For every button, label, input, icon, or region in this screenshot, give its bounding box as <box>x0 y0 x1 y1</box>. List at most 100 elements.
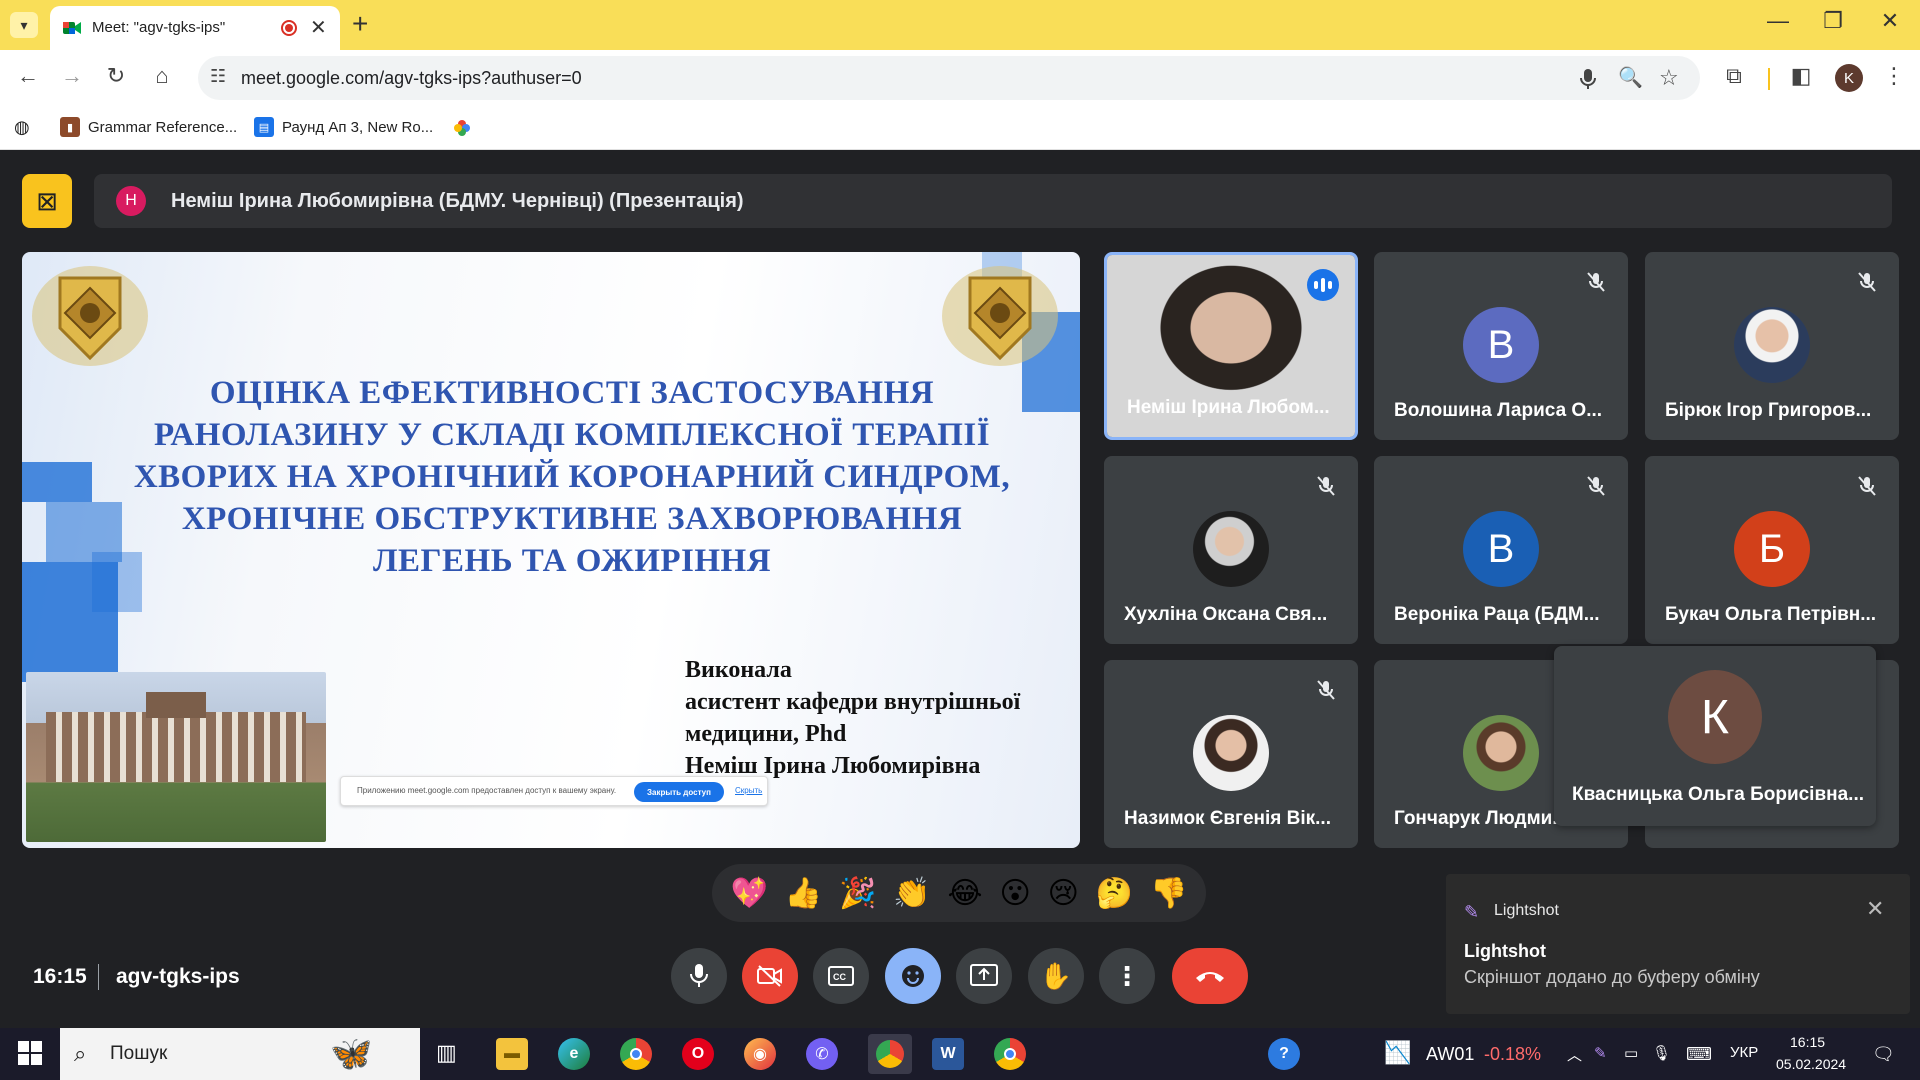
chrome-icon[interactable] <box>620 1038 652 1070</box>
firefox-icon[interactable]: ◉ <box>744 1038 776 1070</box>
participant-tile[interactable]: Неміш Ірина Любом... <box>1104 252 1358 440</box>
stock-symbol[interactable]: AW01 <box>1426 1044 1474 1065</box>
zoom-icon[interactable]: 🔍 <box>1618 65 1643 90</box>
reaction-thinking[interactable]: 🤔 <box>1096 876 1133 911</box>
browser-menu-icon[interactable]: ⋮ <box>1878 63 1910 89</box>
participant-name: Волошина Лариса О... <box>1394 400 1603 421</box>
participant-tile[interactable]: Б Букач Ольга Петрівн... <box>1645 456 1899 644</box>
slide-title-line: ХРОНІЧНЕ ОБСТРУКТИВНЕ ЗАХВОРЮВАННЯ <box>181 501 963 537</box>
profile-avatar[interactable]: K <box>1835 64 1863 92</box>
stop-presenting-icon[interactable]: ⊠ <box>22 174 72 228</box>
author-line: асистент кафедри внутрішньої <box>685 689 1021 715</box>
chrome-profile-taskbar-button[interactable] <box>868 1034 912 1074</box>
reaction-thumbs-up[interactable]: 👍 <box>785 876 822 911</box>
reactions-bar: 💖 👍 🎉 👏 😂 😮 😢 🤔 👎 <box>712 864 1206 922</box>
participant-avatar: Б <box>1734 511 1810 587</box>
participant-tile[interactable]: Бірюк Ігор Григоров... <box>1645 252 1899 440</box>
present-screen-button[interactable] <box>956 948 1012 1004</box>
globe-icon[interactable]: ◍ <box>14 117 30 138</box>
microphone-tray-icon[interactable]: 🎙 <box>1652 1044 1671 1062</box>
mic-off-icon <box>1858 476 1876 496</box>
keyboard-icon[interactable]: ⌨ <box>1686 1044 1712 1065</box>
butterfly-icon: 🦋 <box>330 1035 373 1073</box>
tab-search-button[interactable]: ▾ <box>10 12 38 38</box>
slide-title-line: РАНОЛАЗИНУ У СКЛАДІ КОМПЛЕКСНОЇ ТЕРАПІЇ <box>153 417 991 453</box>
lightshot-notification[interactable]: ✎ Lightshot ✕ Lightshot Скріншот додано … <box>1446 874 1910 1014</box>
presenter-avatar: Н <box>116 186 146 216</box>
taskbar-time[interactable]: 16:15 <box>1790 1034 1825 1050</box>
building-tower <box>146 692 206 718</box>
word-icon[interactable]: W <box>932 1038 964 1070</box>
more-options-button[interactable]: ⋮ <box>1099 948 1155 1004</box>
active-tab[interactable]: Meet: "agv-tgks-ips" ✕ <box>50 6 340 50</box>
notifications-icon[interactable]: 🗨 <box>1872 1044 1895 1065</box>
new-tab-button[interactable]: + <box>352 8 368 40</box>
input-language[interactable]: УКР <box>1730 1044 1758 1061</box>
edge-icon[interactable]: e <box>558 1038 590 1070</box>
show-hidden-icons-icon[interactable]: ︿ <box>1567 1044 1582 1065</box>
participant-name: Квасницька Ольга Борисівна... <box>1572 784 1865 805</box>
lightshot-tray-icon[interactable]: ✎ <box>1594 1044 1607 1062</box>
side-panel-icon[interactable]: ◧ <box>1785 63 1817 89</box>
reaction-heart[interactable]: 💖 <box>730 876 767 911</box>
task-view-icon[interactable]: ▥ <box>436 1040 457 1066</box>
leave-call-button[interactable] <box>1172 948 1248 1004</box>
opera-icon[interactable]: O <box>682 1038 714 1070</box>
close-notification-icon[interactable]: ✕ <box>1866 896 1884 922</box>
captions-button[interactable]: CC <box>813 948 869 1004</box>
start-button-windows-icon[interactable] <box>18 1041 42 1065</box>
microphone-button[interactable] <box>671 948 727 1004</box>
book-icon: ▮ <box>60 117 80 137</box>
participant-hover-card[interactable]: К Квасницька Ольга Борисівна... <box>1554 646 1876 826</box>
reactions-button[interactable] <box>885 948 941 1004</box>
network-icon[interactable]: ▭ <box>1624 1044 1638 1062</box>
participant-tile[interactable]: Назимок Євгенія Вік... <box>1104 660 1358 848</box>
raise-hand-button[interactable]: ✋ <box>1028 948 1084 1004</box>
reload-icon[interactable]: ↻ <box>100 63 132 89</box>
close-window-icon[interactable]: ✕ <box>1870 8 1910 34</box>
bookmark-round-up[interactable]: ▤ Раунд Ап 3, New Ro... <box>254 117 433 137</box>
extensions-icon[interactable]: ⧉ <box>1718 63 1750 89</box>
participant-tile[interactable]: В Вероніка Раца (БДМ... <box>1374 456 1628 644</box>
site-info-icon[interactable]: ☷ <box>210 66 226 87</box>
taskbar-date[interactable]: 05.02.2024 <box>1776 1056 1846 1072</box>
meet-favicon-icon <box>63 22 81 34</box>
file-explorer-icon[interactable]: ▬ <box>496 1038 528 1070</box>
bookmark-star-icon[interactable]: ☆ <box>1659 65 1679 91</box>
meeting-code[interactable]: agv-tgks-ips <box>116 965 240 989</box>
restore-icon[interactable]: ❐ <box>1813 8 1853 34</box>
reaction-party[interactable]: 🎉 <box>839 876 876 911</box>
reaction-surprised[interactable]: 😮 <box>999 876 1030 911</box>
bookmark-grammar[interactable]: ▮ Grammar Reference... <box>60 117 237 137</box>
participant-name: Гончарук Людми... <box>1394 808 1569 829</box>
reaction-sad[interactable]: 😢 <box>1048 876 1079 911</box>
minimize-icon[interactable]: — <box>1758 8 1798 34</box>
chrome-icon[interactable] <box>994 1038 1026 1070</box>
viber-icon[interactable]: ✆ <box>806 1038 838 1070</box>
present-screen-icon <box>970 964 998 986</box>
slide-decoration <box>22 462 92 502</box>
home-icon[interactable]: ⌂ <box>146 63 178 89</box>
screen-share-notice: Приложению meet.google.com предоставлен … <box>340 776 768 806</box>
google-photos-icon[interactable] <box>452 118 472 138</box>
back-icon[interactable]: ← <box>12 63 44 89</box>
reaction-clap[interactable]: 👏 <box>893 876 930 911</box>
reaction-laugh[interactable]: 😂 <box>948 876 983 911</box>
participant-avatar: В <box>1463 511 1539 587</box>
taskbar-search[interactable]: ⌕ Пошук 🦋 <box>60 1028 420 1080</box>
camera-off-button[interactable] <box>742 948 798 1004</box>
address-bar[interactable]: ☷ meet.google.com/agv-tgks-ips?authuser=… <box>198 56 1700 100</box>
reaction-thumbs-down[interactable]: 👎 <box>1150 876 1187 911</box>
hide-notice-link[interactable]: Скрыть <box>735 786 762 795</box>
close-tab-icon[interactable]: ✕ <box>310 15 327 40</box>
participant-tile[interactable]: Хухліна Оксана Свя... <box>1104 456 1358 644</box>
help-icon[interactable]: ? <box>1268 1038 1300 1070</box>
participant-tile[interactable]: В Волошина Лариса О... <box>1374 252 1628 440</box>
forward-icon[interactable]: → <box>56 63 88 89</box>
share-notice-text: Приложению meet.google.com предоставлен … <box>357 786 617 795</box>
stop-sharing-button[interactable]: Закрыть доступ <box>634 782 724 802</box>
windows-taskbar: ⌕ Пошук 🦋 ▥ ▬ e O ◉ ✆ W ? 📉 AW01 -0.18% … <box>0 1028 1920 1080</box>
shared-screen-slide[interactable]: ОЦІНКА ЕФЕКТИВНОСТІ ЗАСТОСУВАННЯ РАНОЛАЗ… <box>22 252 1080 848</box>
url-text[interactable]: meet.google.com/agv-tgks-ips?authuser=0 <box>241 68 582 89</box>
microphone-icon[interactable] <box>1579 68 1597 90</box>
